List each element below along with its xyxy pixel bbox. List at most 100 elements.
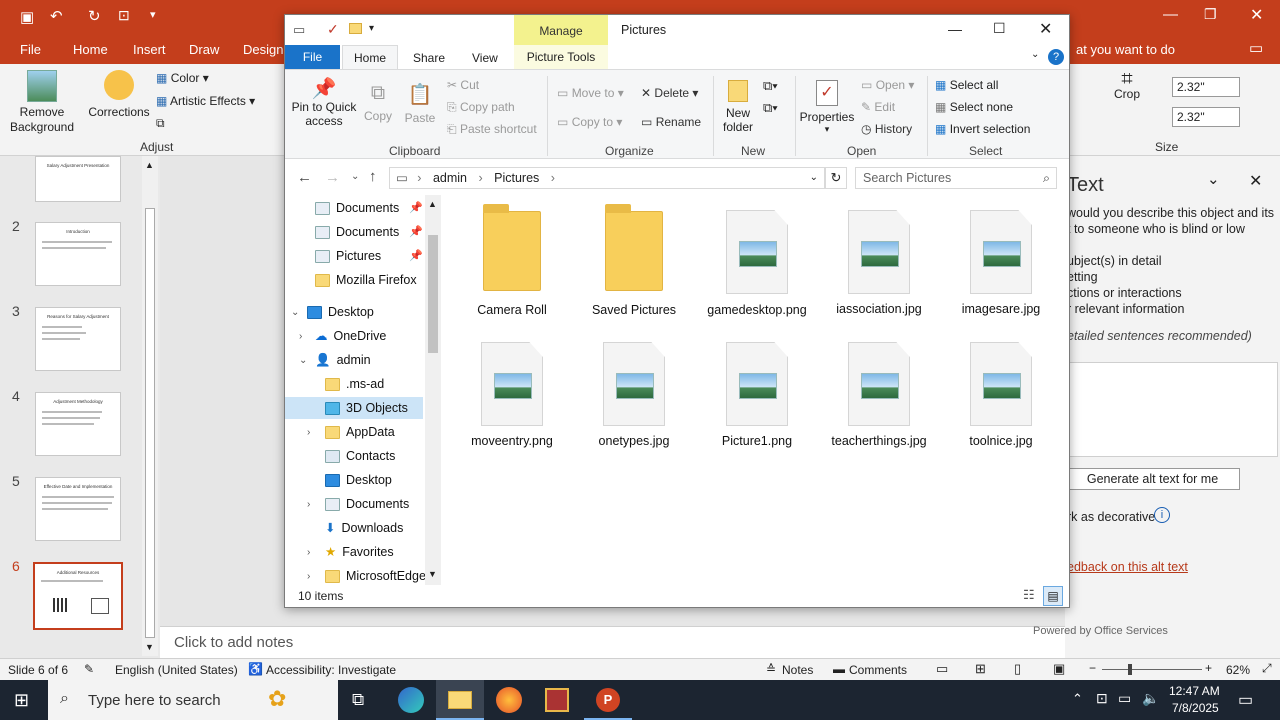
breadcrumb-pictures[interactable]: Pictures [494, 171, 539, 185]
expand-chevron-icon[interactable]: › [307, 427, 310, 438]
copy-to-button[interactable]: ▭ Copy to ▾ [557, 115, 622, 129]
history-button[interactable]: ◷ History [861, 122, 912, 136]
search-input[interactable]: Search Pictures ⌕ [855, 167, 1057, 189]
pane-options-icon[interactable]: ⌄ [1207, 170, 1220, 188]
zoom-slider[interactable] [1102, 669, 1202, 670]
new-folder-button[interactable]: New folder [719, 80, 757, 134]
customize-quick-access-icon[interactable]: ▾ [369, 23, 374, 34]
recent-locations-icon[interactable]: ⌄ [351, 171, 359, 182]
alt-text-input[interactable] [1065, 362, 1278, 457]
select-none-button[interactable]: ▦ Select none [935, 100, 1013, 114]
volume-icon[interactable]: 🔈 [1142, 690, 1159, 707]
present-icon[interactable]: ⊡ [118, 7, 130, 24]
large-icons-view-icon[interactable]: ▤ [1043, 586, 1063, 606]
copy-path-button[interactable]: ⎘ Copy path [447, 100, 515, 115]
tab-file[interactable]: File [285, 45, 340, 69]
info-icon[interactable]: i [1154, 507, 1170, 523]
folder-item-camera-roll[interactable]: Camera Roll [457, 204, 567, 317]
minimize-icon[interactable]: — [1163, 6, 1178, 23]
thumbnails-scrollbar[interactable]: ▲ ▼ [142, 156, 158, 656]
nav-item-onedrive[interactable]: ☁ OneDrive [315, 325, 386, 347]
rename-button[interactable]: ▭ Rename [641, 115, 701, 129]
expand-chevron-open-icon[interactable]: ⌄ [299, 355, 307, 366]
new-folder-quick-icon[interactable] [349, 23, 362, 34]
file-explorer-taskbar-button[interactable] [436, 680, 484, 720]
nav-item-documents[interactable]: Documents [325, 493, 409, 515]
copy-button[interactable]: ⧉ Copy [361, 82, 395, 123]
fit-to-window-icon[interactable]: ⤢ [1262, 661, 1272, 676]
up-icon[interactable]: ↑ [369, 168, 377, 185]
paste-button[interactable]: 📋 Paste [403, 82, 437, 125]
powerpoint-taskbar-button[interactable]: P [584, 680, 632, 720]
folder-item-saved-pictures[interactable]: Saved Pictures [579, 204, 689, 317]
compress-pictures-icon[interactable]: ⧉ [156, 116, 165, 131]
customize-toolbar-icon[interactable]: ▾ [150, 8, 156, 21]
open-button[interactable]: ▭ Open ▾ [861, 78, 914, 92]
remove-background-button[interactable]: Remove Background [6, 70, 78, 135]
file-item[interactable]: gamedesktop.png [700, 210, 814, 318]
slide-thumb-4[interactable]: Adjustment Methodology [35, 392, 121, 456]
nav-item-documents[interactable]: Documents [315, 197, 399, 219]
clock-date[interactable]: 7/8/2025 [1172, 701, 1219, 715]
maximize-icon[interactable]: ☐ [993, 20, 1006, 37]
scroll-down-icon[interactable]: ▼ [145, 642, 154, 652]
invert-selection-button[interactable]: ▦ Invert selection [935, 122, 1030, 136]
expand-chevron-icon[interactable]: › [299, 331, 302, 342]
color-button[interactable]: ▦ Color ▾ [156, 71, 209, 85]
scroll-thumb[interactable] [145, 208, 155, 638]
close-icon[interactable]: ✕ [1039, 19, 1052, 39]
nav-item-3d-objects[interactable]: 3D Objects [325, 397, 408, 419]
normal-view-icon[interactable]: ▭ [936, 661, 948, 677]
notes-button[interactable]: Notes [782, 663, 813, 677]
nav-item-pictures[interactable]: Pictures [315, 245, 381, 267]
paste-shortcut-button[interactable]: ⎗ Paste shortcut [447, 122, 537, 137]
file-item[interactable]: onetypes.jpg [579, 342, 689, 448]
windows-start-icon[interactable]: ⊞ [14, 690, 29, 711]
expand-chevron-icon[interactable]: › [307, 499, 310, 510]
undo-icon[interactable]: ↶ [50, 7, 63, 25]
help-icon[interactable]: ? [1048, 49, 1064, 65]
back-icon[interactable]: ← [297, 169, 312, 186]
minimize-icon[interactable]: — [948, 21, 962, 37]
expand-chevron-icon[interactable]: › [307, 547, 310, 558]
language-status[interactable]: English (United States) [115, 663, 238, 677]
expand-chevron-open-icon[interactable]: ⌄ [291, 307, 299, 318]
tab-insert[interactable]: Insert [133, 42, 166, 57]
slide-thumb-1[interactable]: Salary Adjustment Presentation [35, 156, 121, 202]
file-item[interactable]: moveentry.png [457, 342, 567, 448]
file-item[interactable]: iassociation.jpg [822, 210, 936, 316]
save-icon[interactable]: ▣ [20, 8, 34, 26]
corrections-button[interactable]: Corrections [84, 70, 154, 120]
close-icon[interactable]: ✕ [1250, 5, 1263, 25]
pin-quick-access-button[interactable]: 📌 Pin to Quick access [289, 79, 359, 128]
details-view-icon[interactable]: ☷ [1023, 587, 1035, 603]
scroll-down-icon[interactable]: ▼ [428, 569, 437, 579]
properties-button[interactable]: ✓ Properties ▾ [799, 80, 855, 135]
expand-ribbon-icon[interactable]: ⌄ [1031, 49, 1039, 60]
show-hidden-icons-icon[interactable]: ⌃ [1072, 691, 1083, 707]
nav-item-contacts[interactable]: Contacts [325, 445, 395, 467]
tab-share[interactable]: Share [413, 51, 445, 65]
firefox-icon[interactable] [496, 687, 522, 713]
shape-height-input[interactable]: 2.32" [1172, 77, 1240, 97]
scroll-up-icon[interactable]: ▲ [145, 160, 154, 170]
slide-thumb-3[interactable]: Reasons for Salary Adjustment [35, 307, 121, 371]
slide-thumb-6-selected[interactable]: Additional Resources [33, 562, 123, 630]
generate-alt-text-button[interactable]: Generate alt text for me [1065, 468, 1240, 490]
tab-file[interactable]: File [20, 42, 41, 57]
tab-design[interactable]: Design [243, 42, 283, 57]
cut-button[interactable]: ✂ Cut [447, 78, 479, 92]
nav-item-desktop[interactable]: Desktop [307, 301, 374, 323]
manage-contextual-tab[interactable]: Manage [514, 15, 608, 45]
reading-view-icon[interactable]: ▯ [1014, 661, 1021, 677]
tab-view[interactable]: View [472, 51, 498, 65]
slide-sorter-icon[interactable]: ⊞ [975, 661, 986, 677]
nav-item-appdata[interactable]: AppData [325, 421, 395, 443]
easy-access-icon[interactable]: ⧉▾ [763, 100, 778, 116]
notifications-icon[interactable]: ▭ [1238, 690, 1253, 710]
nav-item-microsoftedge[interactable]: MicrosoftEdge [325, 565, 426, 587]
forward-icon[interactable]: → [325, 169, 340, 186]
nav-scrollbar[interactable]: ▲ ▼ [425, 195, 441, 585]
tab-draw[interactable]: Draw [189, 42, 219, 57]
nav-item-favorites[interactable]: ★ Favorites [325, 541, 394, 563]
